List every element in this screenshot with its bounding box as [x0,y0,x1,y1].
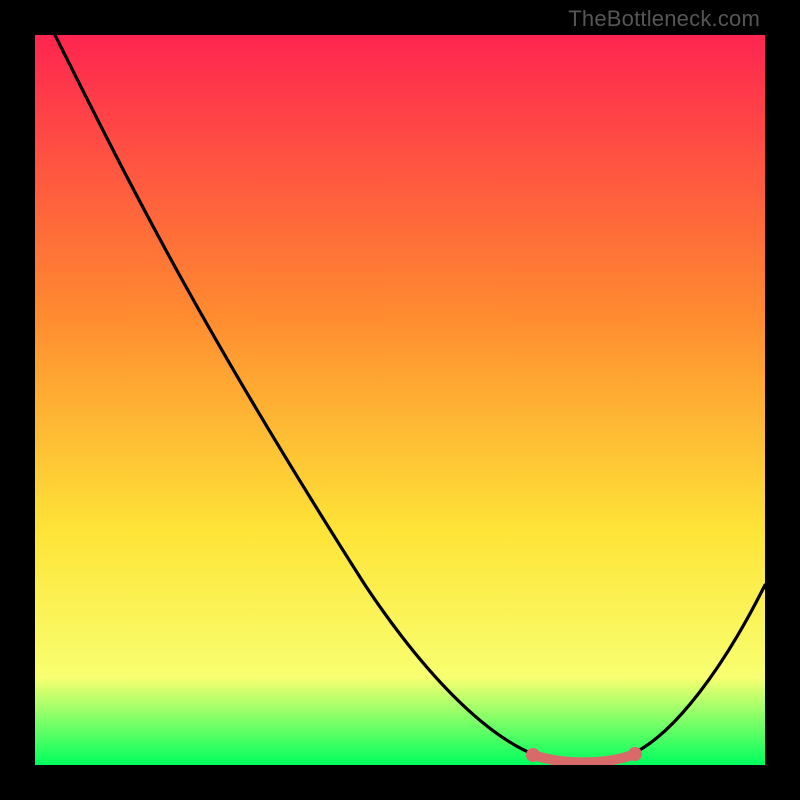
highlight-sweet-spot [35,35,765,765]
highlight-segment [533,754,635,762]
plot-area [35,35,765,765]
highlight-dot-left [526,748,540,762]
highlight-dot-right [628,747,642,761]
chart-frame: TheBottleneck.com [0,0,800,800]
watermark-text: TheBottleneck.com [568,6,760,32]
